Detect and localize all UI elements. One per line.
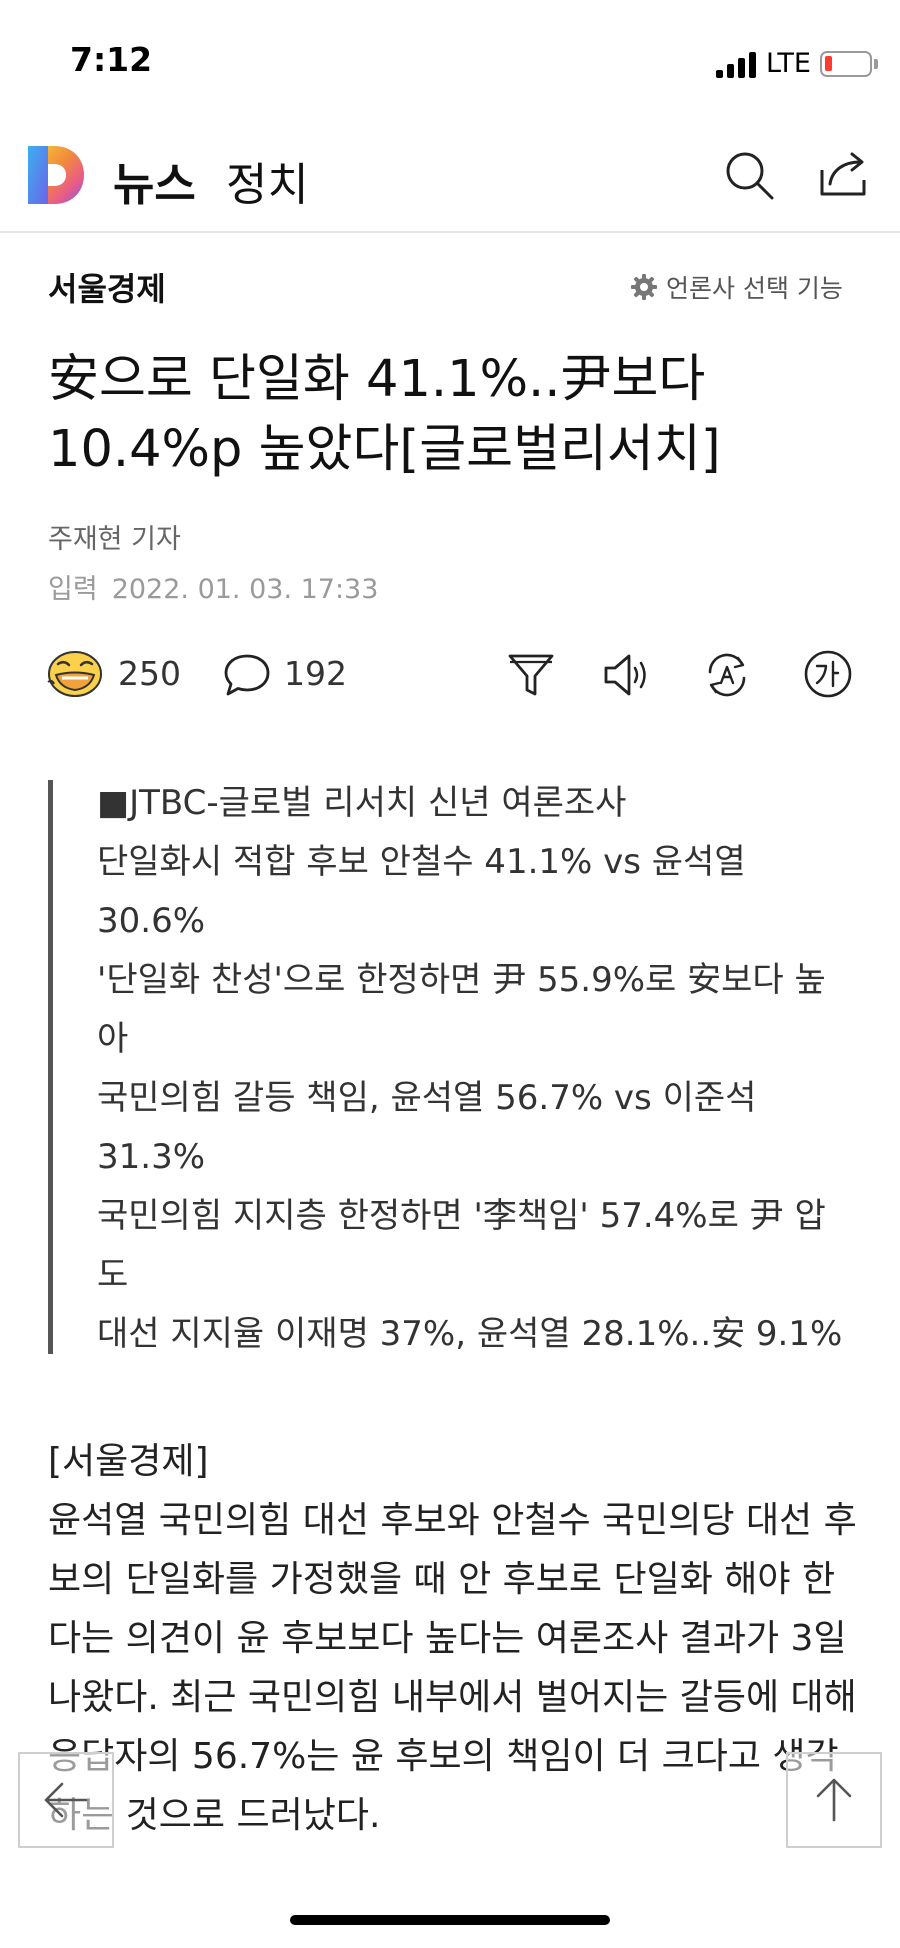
back-button[interactable] [18,1752,114,1848]
press-settings-button[interactable]: 언론사 선택 기능 [630,270,843,304]
article-title: 安으로 단일화 41.1%..尹보다 10.4%p 높았다[글로벌리서치] [48,350,721,479]
search-icon [726,152,774,200]
like-count: 250 [118,654,181,693]
nav-news[interactable]: 뉴스 [113,148,196,213]
article-body: [서울경제] 윤석열 국민의힘 대선 후보와 안철수 국민의당 대선 후보의 단… [48,1432,858,1845]
laughing-emoji-icon [47,651,102,697]
translate-button[interactable] [702,650,752,700]
publish-date: 입력 2022. 01. 03. 17:33 [48,567,378,606]
body-press-tag: [서울경제] [48,1441,209,1482]
summary-line: 단일화시 적합 후보 안철수 41.1% vs 윤석열 30.6% [97,842,746,941]
summary-line: 국민의힘 지지층 한정하면 '李책임' 57.4%로 尹 압도 [97,1196,826,1295]
scroll-to-top-button[interactable] [786,1752,882,1848]
text-to-speech-button[interactable] [602,650,652,700]
arrow-left-icon [44,1782,88,1818]
body-paragraph: 윤석열 국민의힘 대선 후보와 안철수 국민의당 대선 후보의 단일화를 가정했… [48,1500,857,1836]
comment-button[interactable] [222,652,272,698]
summary-line: 국민의힘 갈등 책임, 윤석열 56.7% vs 이준석 31.3% [97,1078,757,1177]
press-settings-label: 언론사 선택 기능 [666,274,843,303]
funnel-icon [508,654,554,696]
summary-quote-bar [48,780,53,1354]
like-button[interactable] [44,648,106,700]
comment-icon [224,654,270,696]
press-name[interactable]: 서울경제 [48,264,166,310]
summary-line: '단일화 찬성'으로 한정하면 尹 55.9%로 安보다 높아 [97,960,826,1059]
battery-icon [820,51,872,77]
home-indicator[interactable] [290,1915,610,1925]
summary-line: ■JTBC-글로벌 리서치 신년 여론조사 [97,783,627,823]
summary-line: 대선 지지율 이재명 37%, 윤석열 28.1%..安 9.1% [97,1314,843,1354]
arrow-up-icon [816,1778,852,1822]
article-summary: ■JTBC-글로벌 리서치 신년 여론조사 단일화시 적합 후보 안철수 41.… [97,774,857,1364]
search-button[interactable] [722,148,778,204]
reporter-name[interactable]: 주재현 기자 [48,517,181,556]
daum-logo-icon[interactable] [26,144,86,206]
battery-tip [874,59,878,69]
signal-strength-icon [716,52,760,78]
translate-icon [708,653,746,697]
font-size-icon [804,650,852,698]
status-time: 7:12 [70,40,153,79]
speaker-icon [604,654,646,696]
font-size-button[interactable] [803,649,853,699]
network-type: LTE [766,48,811,79]
comment-count: 192 [284,654,347,693]
share-button[interactable] [816,146,872,202]
header-divider [0,231,900,233]
gear-icon [631,274,657,300]
nav-section-politics[interactable]: 정치 [226,148,309,213]
share-icon [820,152,866,196]
date-value: 2022. 01. 03. 17:33 [111,574,379,605]
date-label: 입력 [48,574,98,605]
summary-filter-button[interactable] [506,650,556,700]
